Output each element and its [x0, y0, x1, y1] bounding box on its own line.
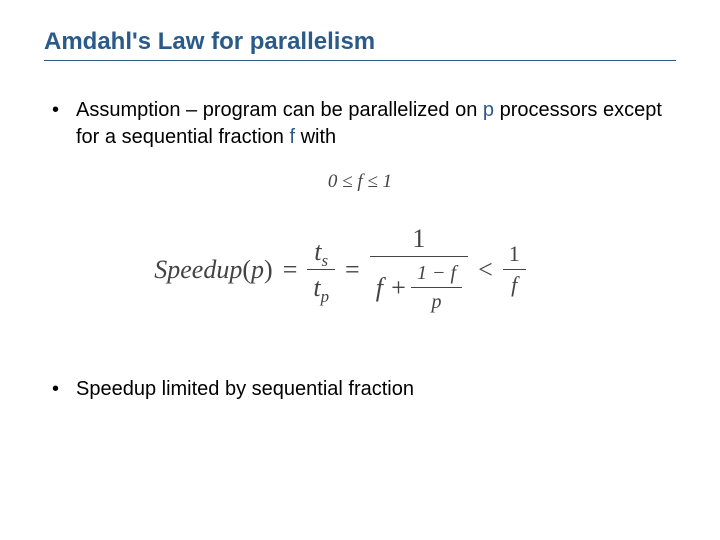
bullet1-var-p: p [483, 99, 494, 121]
frac-ts-tp: ts tp [307, 236, 335, 303]
frac2-inner-bar [411, 287, 462, 288]
formula-constraint: 0 ≤ f ≤ 1 [44, 171, 676, 193]
frac-main: 1 f + 1 − f p [370, 223, 468, 316]
title-underline [44, 60, 676, 61]
bullet1-prefix: Assumption – program can be parallelized… [76, 99, 483, 121]
frac-1-over-f: 1 f [503, 241, 526, 299]
t-sub-p: p [321, 287, 329, 306]
eq1: = [283, 255, 298, 285]
frac2-inner-den: p [426, 290, 448, 314]
t-sub-s: s [322, 251, 329, 270]
t-sym-den: t [313, 273, 320, 302]
frac1-num: ts [308, 236, 334, 267]
slide: Amdahl's Law for parallelism Assumption … [0, 0, 720, 540]
lhs: Speedup(p) [154, 255, 272, 285]
formula-speedup: Speedup(p) = ts tp = 1 f + 1 − f [4, 223, 676, 316]
bullet-item-2: Speedup limited by sequential fraction [44, 376, 676, 403]
frac3-bar [503, 269, 526, 270]
lhs-arg: p [251, 255, 264, 284]
eq2: = [345, 255, 360, 285]
formula-block: 0 ≤ f ≤ 1 Speedup(p) = ts tp = 1 [44, 171, 676, 316]
formula-constraint-text: 0 ≤ f ≤ 1 [328, 171, 392, 192]
frac2-bar [370, 256, 468, 257]
bullet-list-2: Speedup limited by sequential fraction [44, 376, 676, 403]
t-sym-num: t [314, 237, 321, 266]
slide-title: Amdahl's Law for parallelism [44, 28, 676, 56]
spacer [44, 342, 676, 376]
lt: < [478, 255, 493, 285]
frac3-den: f [505, 272, 523, 298]
bullet2-text: Speedup limited by sequential fraction [76, 378, 414, 400]
bullet1-suffix: with [295, 126, 336, 148]
bullet-item-1: Assumption – program can be parallelized… [44, 97, 676, 151]
frac2-inner-num: 1 − f [411, 261, 462, 285]
frac2-num: 1 [406, 223, 431, 254]
frac2-den-left: f + [376, 273, 407, 303]
frac2-den: f + 1 − f p [370, 259, 468, 316]
lhs-word: Speedup [154, 255, 242, 284]
frac2-inner: 1 − f p [411, 261, 462, 314]
bullet-list: Assumption – program can be parallelized… [44, 97, 676, 151]
frac1-den: tp [307, 272, 335, 303]
frac3-num: 1 [503, 241, 526, 267]
